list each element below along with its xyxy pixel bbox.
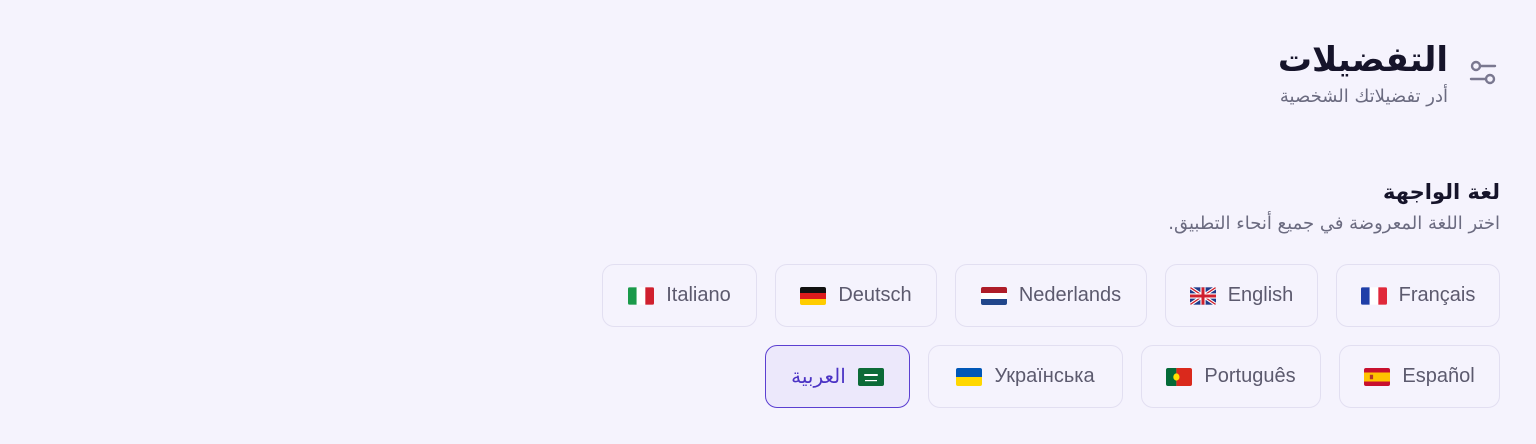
language-label: Nederlands [1018, 284, 1122, 306]
language-label: Français [1398, 284, 1476, 306]
page-title: التفضيلات [1277, 40, 1448, 80]
flag-it-icon [628, 286, 655, 305]
language-option-spanish[interactable]: Español [1339, 345, 1500, 408]
page-subtitle: أدر تفضيلاتك الشخصية [1279, 86, 1448, 107]
language-option-italian[interactable]: Italiano [602, 264, 757, 327]
language-label: Deutsch [838, 284, 912, 306]
language-label: Italiano [666, 284, 731, 306]
header-text: التفضيلات أدر تفضيلاتك الشخصية [1278, 38, 1448, 110]
language-label: Español [1402, 365, 1475, 387]
flag-gb-icon [1189, 286, 1216, 305]
flag-ua-icon [956, 367, 983, 386]
language-row-1: Français English Nederlands Deutsch Ital… [602, 264, 1500, 327]
flag-fr-icon [1360, 286, 1387, 305]
preferences-page: التفضيلات أدر تفضيلاتك الشخصية لغة الواج… [0, 0, 1536, 444]
language-option-english[interactable]: English [1165, 264, 1318, 327]
page-header: التفضيلات أدر تفضيلاتك الشخصية [1278, 38, 1500, 110]
language-row-2: Español Português Українська العربية [765, 345, 1500, 408]
language-label: العربية [791, 366, 846, 388]
language-option-portuguese[interactable]: Português [1141, 345, 1321, 408]
flag-pt-icon [1166, 367, 1193, 386]
section-title: لغة الواجهة [1383, 180, 1500, 204]
flag-sa-icon [857, 367, 884, 386]
flag-de-icon [800, 286, 827, 305]
language-option-french[interactable]: Français [1336, 264, 1500, 327]
section-description: اختر اللغة المعروضة في جميع أنحاء التطبي… [1168, 213, 1500, 234]
language-label: English [1227, 284, 1294, 306]
language-option-german[interactable]: Deutsch [775, 264, 937, 327]
flag-es-icon [1364, 367, 1391, 386]
language-label: Português [1204, 365, 1296, 387]
language-option-ukrainian[interactable]: Українська [928, 345, 1123, 408]
sliders-icon [1466, 56, 1500, 90]
language-label: Українська [994, 365, 1095, 387]
interface-language-section: لغة الواجهة اختر اللغة المعروضة في جميع … [540, 176, 1500, 408]
flag-nl-icon [980, 286, 1007, 305]
language-option-arabic[interactable]: العربية [765, 345, 910, 408]
language-option-dutch[interactable]: Nederlands [955, 264, 1147, 327]
